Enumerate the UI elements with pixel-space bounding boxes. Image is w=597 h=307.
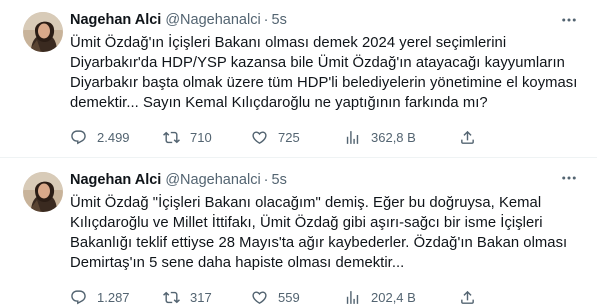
reply-button[interactable]: 1.287 [70,289,163,306]
more-dots-icon [562,176,576,180]
tweet-actions: 1.287 317 559 202,4 B [70,287,581,307]
tweet-feed: Nagehan Alci @Nagehanalci · 5s Ümit Özda… [0,0,597,307]
tweet[interactable]: Nagehan Alci @Nagehanalci · 5s Ümit Özda… [0,157,597,307]
retweet-button[interactable]: 317 [163,289,251,306]
heart-icon [252,290,267,304]
more-options-button[interactable] [559,12,579,28]
author-name[interactable]: Nagehan Alci [70,12,161,28]
retweet-button[interactable]: 710 [163,129,251,146]
share-icon [461,290,474,304]
reply-button[interactable]: 2.499 [70,129,163,146]
heart-icon [252,130,267,144]
reply-icon [71,129,86,144]
views-chart-icon [346,130,359,144]
views-button[interactable]: 202,4 B [344,289,459,306]
more-options-button[interactable] [559,170,579,186]
share-button[interactable] [459,129,476,146]
avatar-column [16,10,68,157]
tweet-body: Nagehan Alci @Nagehanalci · 5s Ümit Özda… [68,170,581,307]
avatar[interactable] [23,12,63,52]
views-count: 362,8 B [371,129,416,145]
retweet-count: 710 [190,129,212,145]
author-handle[interactable]: @Nagehanalci [165,172,260,188]
like-count: 559 [278,289,300,305]
tweet-text: Ümit Özdağ'ın İçişleri Bakanı olması dem… [70,35,578,111]
views-count: 202,4 B [371,289,416,305]
more-dots-icon [562,18,576,22]
separator-dot: · [263,172,269,188]
author-name[interactable]: Nagehan Alci [70,172,161,188]
retweet-icon [163,291,180,303]
like-count: 725 [278,129,300,145]
avatar-column [16,170,68,307]
views-button[interactable]: 362,8 B [344,129,459,146]
tweet-body: Nagehan Alci @Nagehanalci · 5s Ümit Özda… [68,10,581,157]
reply-icon [71,289,86,304]
separator-dot: · [263,12,269,28]
like-button[interactable]: 725 [251,129,344,146]
views-chart-icon [346,290,359,304]
reply-count: 1.287 [97,289,130,305]
tweet-actions: 2.499 710 725 362,8 B [70,127,581,147]
retweet-icon [163,131,180,143]
tweet-header: Nagehan Alci @Nagehanalci · 5s [70,10,581,30]
tweet-text: Ümit Özdağ "İçişleri Bakanı olacağım" de… [70,195,568,271]
retweet-count: 317 [190,289,212,305]
tweet-time[interactable]: 5s [272,12,287,28]
reply-count: 2.499 [97,129,130,145]
share-icon [461,130,474,144]
author-handle[interactable]: @Nagehanalci [165,12,260,28]
tweet-header: Nagehan Alci @Nagehanalci · 5s [70,170,581,190]
tweet[interactable]: Nagehan Alci @Nagehanalci · 5s Ümit Özda… [0,0,597,157]
share-button[interactable] [459,289,476,306]
avatar[interactable] [23,172,63,212]
like-button[interactable]: 559 [251,289,344,306]
tweet-time[interactable]: 5s [272,172,287,188]
